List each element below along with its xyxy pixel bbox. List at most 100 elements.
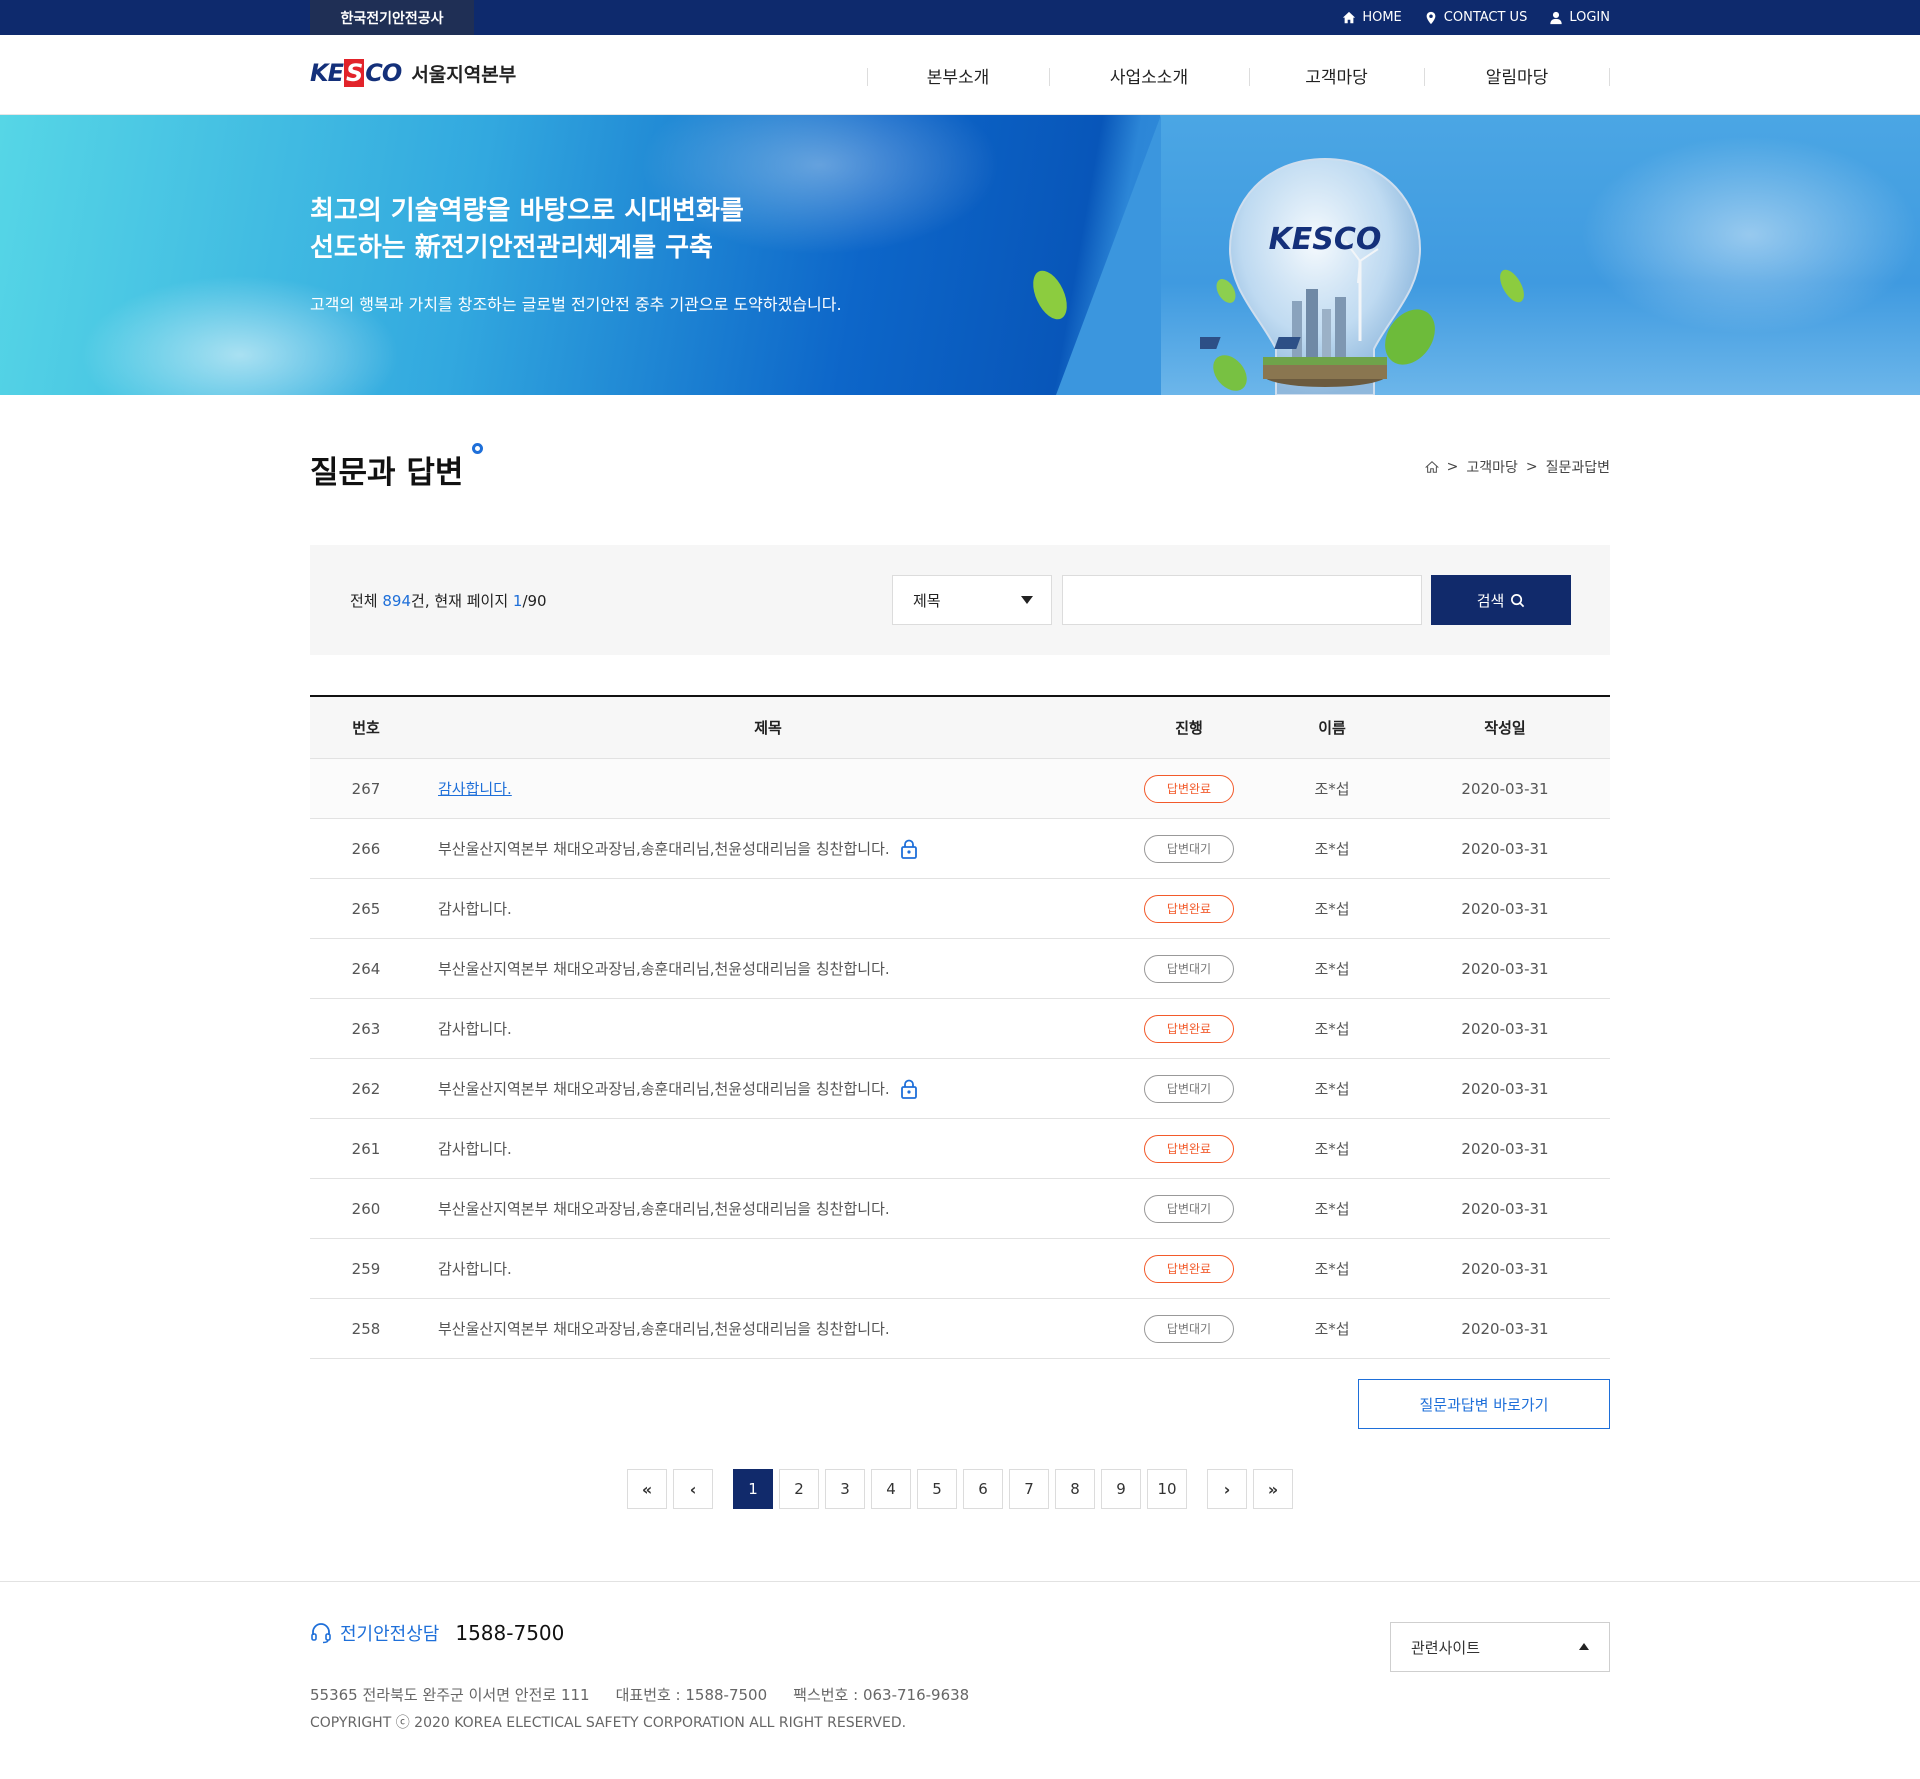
status-badge: 답변대기 (1144, 1314, 1234, 1343)
current-page: 1 (512, 592, 523, 610)
goto-area: 질문과답변 바로가기 (310, 1379, 1610, 1429)
total-count: 894 (382, 592, 412, 610)
contact-us-link-label: CONTACT US (1443, 10, 1528, 25)
hotline: 전기안전상담 1588-7500 (310, 1620, 564, 1646)
post-title-link[interactable]: 감사합니다. (438, 1018, 512, 1039)
cloud-decoration (1580, 135, 1920, 335)
home-link[interactable]: HOME (1342, 10, 1402, 25)
breadcrumb-separator: > (1525, 459, 1538, 475)
search-input[interactable] (1062, 575, 1422, 625)
nav-item-offices[interactable]: 사업소소개 (1049, 35, 1249, 115)
table-header: 번호 제목 진행 이름 작성일 (310, 697, 1610, 759)
status-badge: 답변완료 (1144, 774, 1234, 803)
top-links: HOME CONTACT US LOGIN (1342, 0, 1610, 35)
page-title-area: 질문과 답변 > 고객마당 > 질문과답변 (310, 395, 1610, 545)
logo-text: 서울지역본부 (411, 63, 517, 86)
nav-item-notice[interactable]: 알림마당 (1424, 35, 1610, 115)
post-title-link[interactable]: 부산울산지역본부 채대오과장님,송훈대리님,천윤성대리님을 칭찬합니다. (438, 1198, 890, 1219)
status-badge: 답변대기 (1144, 1194, 1234, 1223)
breadcrumb-item-qna[interactable]: 질문과답변 (1546, 457, 1610, 477)
caret-down-icon (1021, 596, 1033, 604)
related-sites-select[interactable]: 관련사이트 (1390, 1622, 1610, 1672)
login-link-label: LOGIN (1569, 10, 1610, 25)
logo[interactable]: KE S CO 서울지역본부 (310, 59, 516, 87)
user-icon (1550, 11, 1563, 24)
page-title: 질문과 답변 (310, 443, 484, 492)
leaf-icon (1500, 269, 1524, 303)
table-row[interactable]: 261 감사합니다. 답변완료 조*섭 2020-03-31 (310, 1119, 1610, 1179)
status-badge: 답변완료 (1144, 1254, 1234, 1283)
leaf-icon (1033, 270, 1067, 320)
footer: 전기안전상담 1588-7500 55365 전라북도 완주군 이서면 안전로 … (0, 1581, 1920, 1779)
table-row[interactable]: 266 부산울산지역본부 채대오과장님,송훈대리님,천윤성대리님을 칭찬합니다.… (310, 819, 1610, 879)
post-title-link[interactable]: 감사합니다. (438, 1138, 512, 1159)
page-button-1[interactable]: 1 (733, 1469, 773, 1509)
qna-table: 번호 제목 진행 이름 작성일 267 감사합니다. 답변완료 조*섭 2020… (310, 695, 1610, 1359)
table-row[interactable]: 260 부산울산지역본부 채대오과장님,송훈대리님,천윤성대리님을 칭찬합니다.… (310, 1179, 1610, 1239)
login-link[interactable]: LOGIN (1549, 10, 1610, 25)
bulb-logo-text: KESCO (1269, 222, 1382, 257)
header: KE S CO 서울지역본부 본부소개 사업소소개 고객마당 알림마당 (0, 35, 1920, 115)
banner-headline: 최고의 기술역량을 바탕으로 시대변화를 선도하는 新전기안전관리체계를 구축 (310, 196, 744, 263)
status-badge: 답변대기 (1144, 1074, 1234, 1103)
post-title-link[interactable]: 부산울산지역본부 채대오과장님,송훈대리님,천윤성대리님을 칭찬합니다. (438, 1078, 890, 1099)
breadcrumb-item-customer[interactable]: 고객마당 (1466, 457, 1518, 477)
page-button-2[interactable]: 2 (779, 1469, 819, 1509)
table-row[interactable]: 262 부산울산지역본부 채대오과장님,송훈대리님,천윤성대리님을 칭찬합니다.… (310, 1059, 1610, 1119)
table-row[interactable]: 264 부산울산지역본부 채대오과장님,송훈대리님,천윤성대리님을 칭찬합니다.… (310, 939, 1610, 999)
last-page-button[interactable]: » (1253, 1469, 1293, 1509)
contact-us-link[interactable]: CONTACT US (1424, 10, 1528, 25)
table-row[interactable]: 265 감사합니다. 답변완료 조*섭 2020-03-31 (310, 879, 1610, 939)
col-header-title: 제목 (754, 719, 782, 737)
breadcrumb-separator: > (1446, 459, 1459, 475)
page-button-4[interactable]: 4 (871, 1469, 911, 1509)
post-title-link[interactable]: 부산울산지역본부 채대오과장님,송훈대리님,천윤성대리님을 칭찬합니다. (438, 838, 890, 859)
prev-page-button[interactable]: ‹ (673, 1469, 713, 1509)
org-tab[interactable]: 한국전기안전공사 (310, 0, 474, 35)
main-nav: 본부소개 사업소소개 고객마당 알림마당 (867, 35, 1610, 115)
home-icon[interactable] (1424, 460, 1439, 474)
page-button-10[interactable]: 10 (1147, 1469, 1187, 1509)
kesco-logo-mark: KE S CO (310, 59, 402, 87)
page-button-5[interactable]: 5 (917, 1469, 957, 1509)
footer-address: 55365 전라북도 완주군 이서면 안전로 111 대표번호 : 1588-7… (310, 1684, 969, 1705)
banner-subline: 고객의 행복과 가치를 창조하는 글로벌 전기안전 중추 기관으로 도약하겠습니… (310, 295, 842, 314)
next-page-button[interactable]: › (1207, 1469, 1247, 1509)
nav-item-customer[interactable]: 고객마당 (1249, 35, 1424, 115)
search-field-select[interactable]: 제목 (892, 575, 1052, 625)
caret-up-icon (1579, 1643, 1589, 1650)
page-button-3[interactable]: 3 (825, 1469, 865, 1509)
pagination: « ‹ 1 2 3 4 5 6 7 8 9 10 › » (0, 1469, 1920, 1509)
status-badge: 답변완료 (1144, 894, 1234, 923)
search-button[interactable]: 검색 (1431, 575, 1571, 625)
table-row[interactable]: 258 부산울산지역본부 채대오과장님,송훈대리님,천윤성대리님을 칭찬합니다.… (310, 1299, 1610, 1359)
page-button-7[interactable]: 7 (1009, 1469, 1049, 1509)
status-badge: 답변완료 (1144, 1014, 1234, 1043)
home-link-label: HOME (1362, 10, 1402, 25)
page-button-6[interactable]: 6 (963, 1469, 1003, 1509)
page-button-9[interactable]: 9 (1101, 1469, 1141, 1509)
post-title-link[interactable]: 부산울산지역본부 채대오과장님,송훈대리님,천윤성대리님을 칭찬합니다. (438, 958, 890, 979)
table-row[interactable]: 259 감사합니다. 답변완료 조*섭 2020-03-31 (310, 1239, 1610, 1299)
table-row[interactable]: 263 감사합니다. 답변완료 조*섭 2020-03-31 (310, 999, 1610, 1059)
status-badge: 답변완료 (1144, 1134, 1234, 1163)
goto-qna-button[interactable]: 질문과답변 바로가기 (1358, 1379, 1610, 1429)
col-header-name: 이름 (1318, 719, 1346, 737)
hotline-number: 1588-7500 (455, 1621, 565, 1645)
fax-text: 팩스번호 : 063-716-9638 (793, 1686, 970, 1704)
col-header-date: 작성일 (1484, 719, 1526, 737)
top-bar: 한국전기안전공사 HOME CONTACT US LOGIN (0, 0, 1920, 35)
post-title-link[interactable]: 감사합니다. (438, 778, 512, 799)
banner-text: 최고의 기술역량을 바탕으로 시대변화를 선도하는 新전기안전관리체계를 구축 … (310, 193, 842, 315)
page-button-8[interactable]: 8 (1055, 1469, 1095, 1509)
col-header-status: 진행 (1175, 719, 1203, 737)
first-page-button[interactable]: « (627, 1469, 667, 1509)
title-dot-icon (472, 443, 484, 454)
post-title-link[interactable]: 부산울산지역본부 채대오과장님,송훈대리님,천윤성대리님을 칭찬합니다. (438, 1318, 890, 1339)
lock-icon (900, 1079, 918, 1099)
post-title-link[interactable]: 감사합니다. (438, 1258, 512, 1279)
post-title-link[interactable]: 감사합니다. (438, 898, 512, 919)
breadcrumb: > 고객마당 > 질문과답변 (1424, 457, 1610, 477)
nav-item-about[interactable]: 본부소개 (867, 35, 1049, 115)
table-row[interactable]: 267 감사합니다. 답변완료 조*섭 2020-03-31 (310, 759, 1610, 819)
